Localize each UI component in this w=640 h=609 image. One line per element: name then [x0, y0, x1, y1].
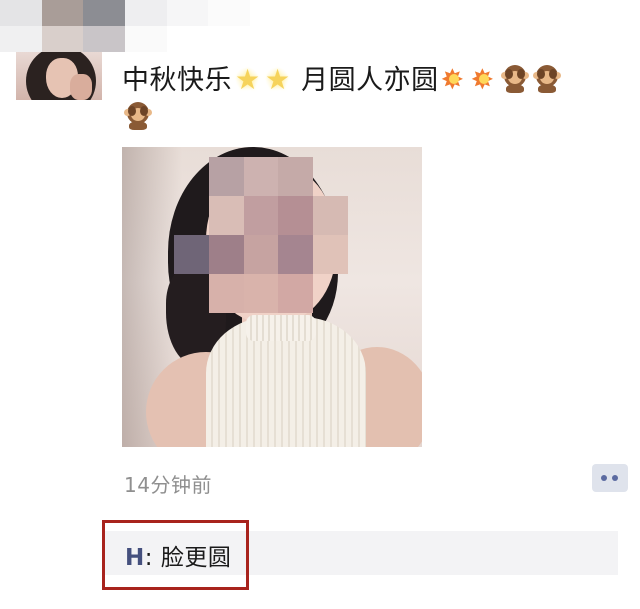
hear-no-evil-monkey-icon: [500, 63, 530, 93]
photo-collar: [246, 315, 316, 341]
post-text: 中秋快乐 月圆人亦圆: [122, 61, 622, 136]
avatar-hand: [70, 74, 92, 100]
author-avatar[interactable]: [16, 52, 102, 100]
collision-icon: [470, 61, 498, 98]
collision-icon: [440, 61, 468, 98]
comment-dots-icon[interactable]: [592, 464, 628, 492]
comment-highlight-box: [102, 520, 249, 590]
glowing-star-icon: [263, 61, 291, 98]
glowing-star-icon: [233, 61, 261, 98]
hear-no-evil-monkey-icon: [123, 100, 153, 130]
top-pixelated-region: [0, 0, 250, 52]
post-time: 14分钟前: [124, 473, 212, 497]
hear-no-evil-monkey-icon: [532, 63, 562, 93]
post-text-part1: 中秋快乐: [122, 65, 232, 96]
post-photo[interactable]: [122, 147, 422, 447]
post-text-part2: 月圆人亦圆: [301, 65, 439, 96]
face-mosaic: [174, 157, 348, 313]
